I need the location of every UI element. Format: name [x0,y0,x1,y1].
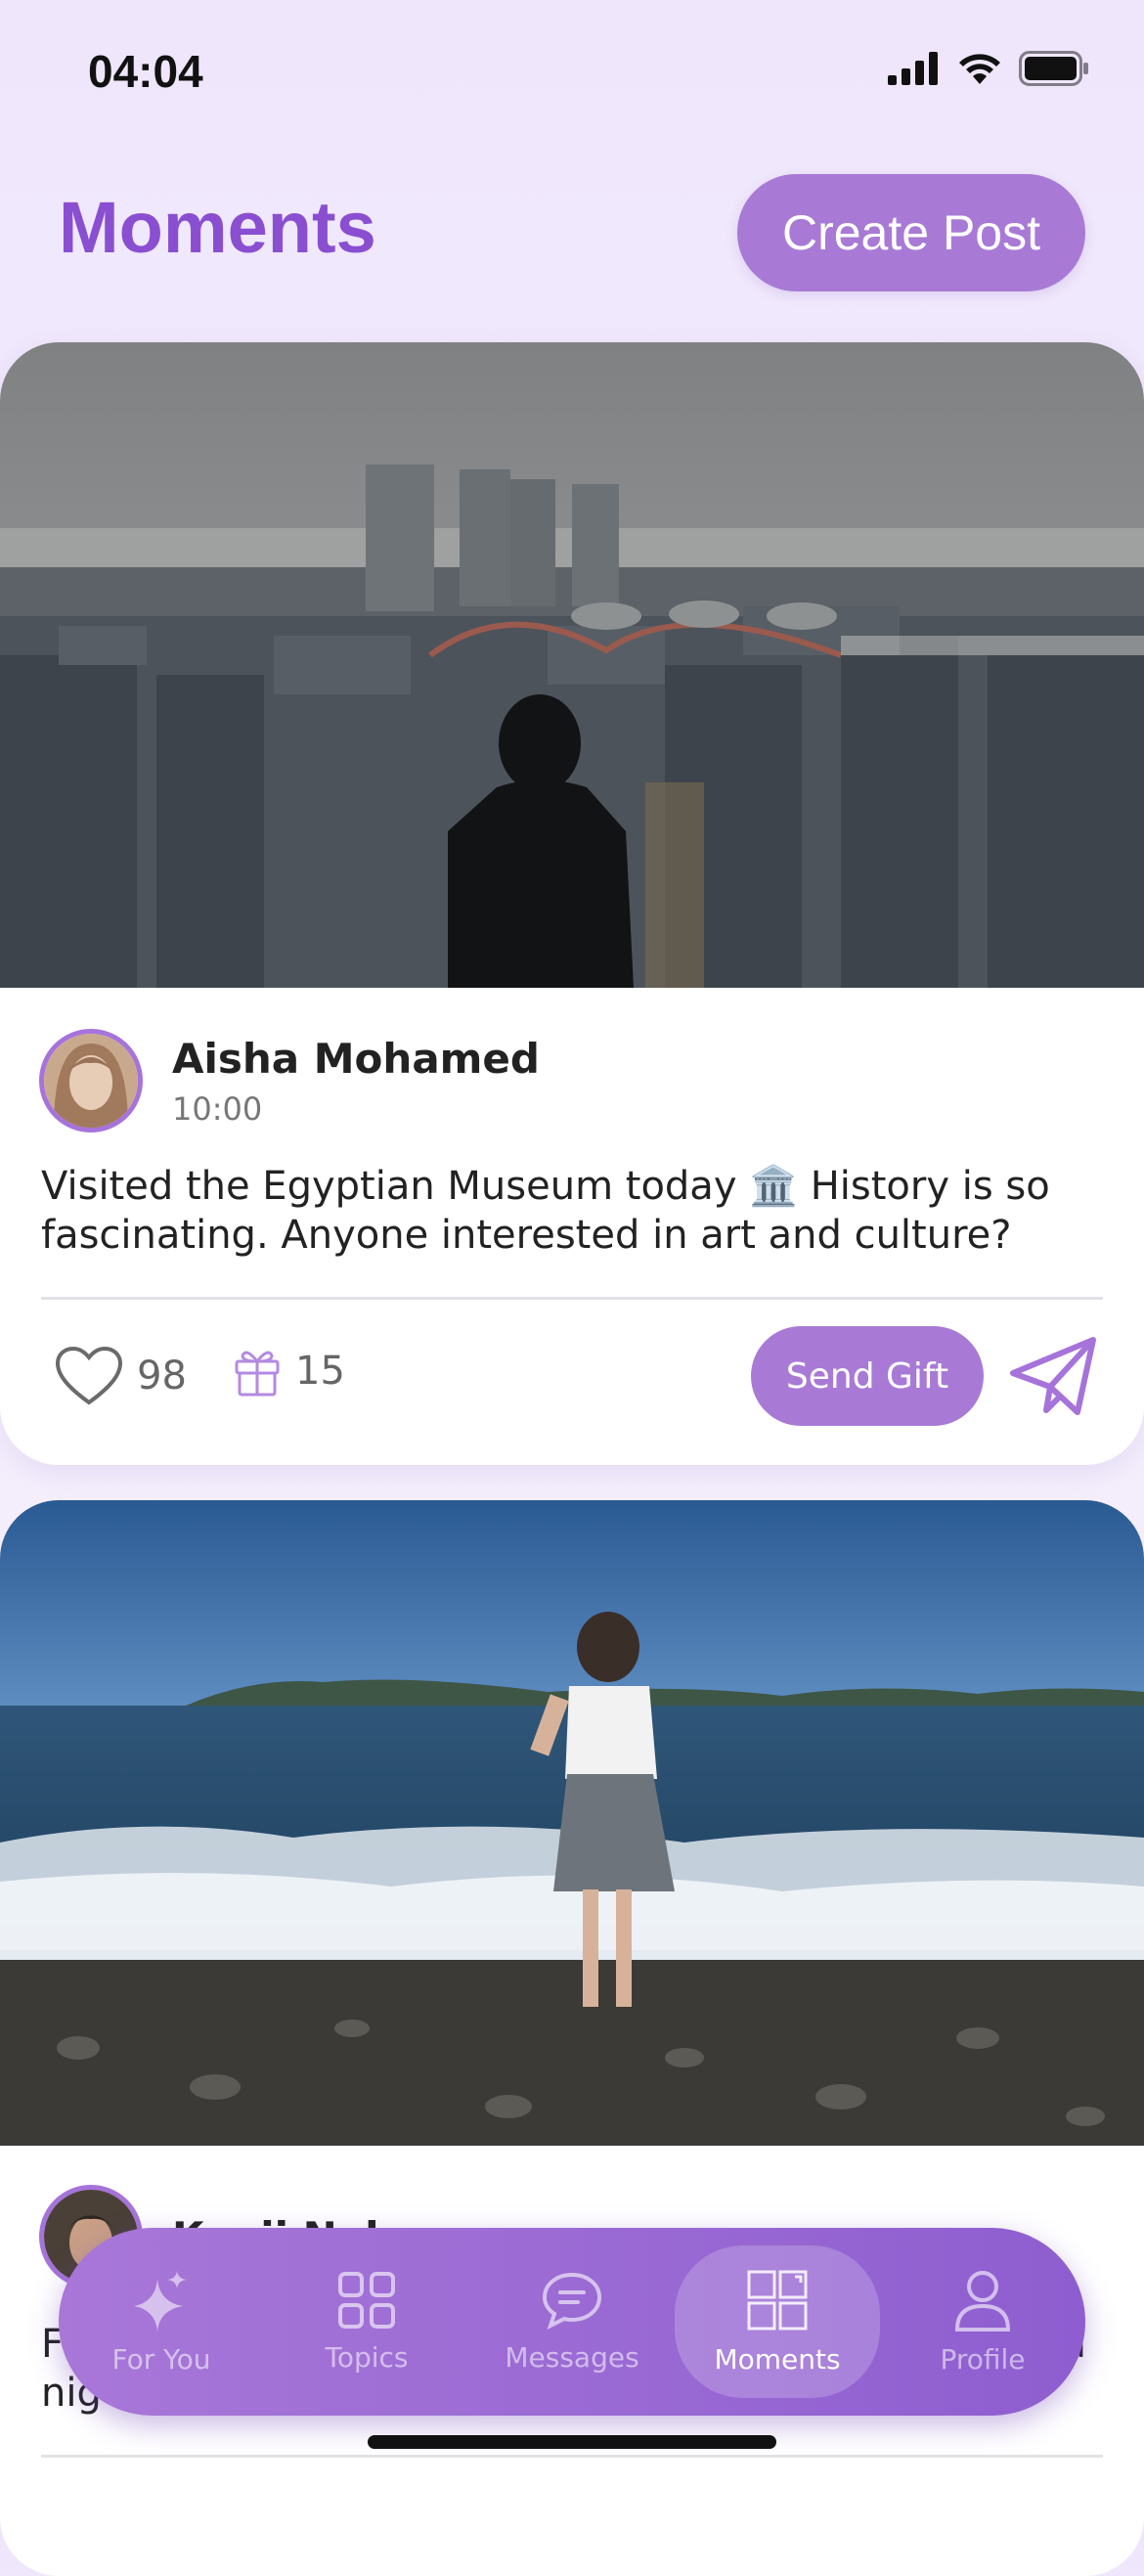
post-photo-city[interactable] [0,342,1144,988]
status-bar: 04:04 [0,0,1144,147]
avatar-image [44,1034,138,1128]
wifi-icon [959,54,1000,84]
post-photo-beach[interactable] [0,1500,1144,2146]
home-indicator [368,2435,776,2449]
paper-plane-icon [1010,1337,1096,1415]
heart-icon [55,1346,123,1405]
post-text: Visited the Egyptian Museum today 🏛️ His… [41,1164,1050,1258]
gift-count: 15 [295,1349,345,1394]
tab-topics[interactable]: Topics [264,2245,469,2398]
post-time: 10:00 [172,1089,263,1128]
create-post-button[interactable]: Create Post [737,174,1085,291]
person-icon [954,2270,1011,2332]
city-photo [0,342,1144,988]
author-name[interactable]: Aisha Mohamed [172,1035,540,1083]
like-button[interactable]: 98 [55,1346,187,1406]
moments-icon [747,2270,808,2330]
tab-moments[interactable]: Moments [675,2245,880,2398]
tab-messages[interactable]: Messages [469,2245,675,2398]
gift-count-button[interactable]: 15 [233,1346,345,1397]
post-actions: 98 15 Send Gift [0,1324,1144,1432]
battery-icon [1019,51,1088,86]
chat-icon [542,2272,602,2330]
author-row: Aisha Mohamed 10:00 [39,1029,540,1133]
tab-label: Moments [714,2342,841,2376]
share-button[interactable] [1007,1334,1099,1422]
signal-icon [888,52,938,85]
status-icons [888,51,1089,86]
divider [41,1297,1103,1300]
beach-photo [0,1500,1144,2146]
status-time: 04:04 [88,46,203,97]
sparkle-icon [134,2270,187,2332]
tab-for-you[interactable]: For You [59,2245,264,2398]
like-count: 98 [137,1354,187,1399]
divider [41,2455,1103,2458]
avatar[interactable] [39,1029,143,1133]
tab-label: Topics [325,2340,409,2374]
post-card: Aisha Mohamed 10:00 Visited the Egyptian… [0,342,1144,1465]
page-title: Moments [59,187,376,268]
tab-profile[interactable]: Profile [880,2245,1085,2398]
grid-icon [338,2271,395,2329]
header: Moments Create Post [0,147,1144,342]
tab-label: Messages [505,2340,639,2374]
gift-icon [235,1351,280,1397]
tab-label: Profile [940,2342,1026,2376]
send-gift-button[interactable]: Send Gift [751,1326,984,1426]
tab-label: For You [111,2342,211,2376]
tab-bar: For You Topics Messages Moments Profile [59,2228,1085,2416]
